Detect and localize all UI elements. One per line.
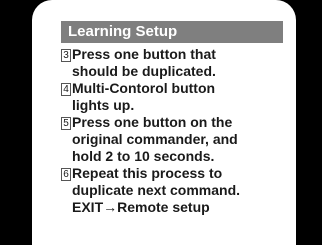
osd-screen: Learning Setup 3 Press one button that sh… <box>32 0 296 245</box>
step-text: hold 2 to 10 seconds. <box>72 148 215 164</box>
step-4: 4 Multi-Contorol button lights up. <box>61 80 287 114</box>
step-line: 3 Press one button that <box>61 46 287 63</box>
step-text: Press one button that <box>72 46 216 62</box>
step-text: Press one button on the <box>72 114 233 130</box>
instruction-list: 3 Press one button that should be duplica… <box>61 46 287 216</box>
step-5: 5 Press one button on the original comman… <box>61 114 287 165</box>
right-arrow-icon: → <box>103 199 118 215</box>
step-number-badge: 6 <box>61 168 71 181</box>
exit-key-label: EXIT <box>72 199 104 215</box>
menu-title: Learning Setup <box>61 21 283 43</box>
step-number-badge: 4 <box>61 83 71 96</box>
exit-hint: EXIT→Remote setup <box>61 199 287 216</box>
step-6: 6 Repeat this process to duplicate next c… <box>61 165 287 199</box>
step-text: original commander, and <box>72 131 238 147</box>
step-line: 5 Press one button on the <box>61 114 287 131</box>
step-line: 6 Repeat this process to <box>61 165 287 182</box>
step-3: 3 Press one button that should be duplica… <box>61 46 287 80</box>
step-text: lights up. <box>72 97 135 113</box>
step-text: duplicate next command. <box>72 182 241 198</box>
exit-target-label: Remote setup <box>117 199 210 215</box>
step-number-badge: 5 <box>61 117 71 130</box>
step-number-badge: 3 <box>61 49 71 62</box>
step-text: Repeat this process to <box>72 165 223 181</box>
step-text: should be duplicated. <box>72 63 216 79</box>
step-line: 4 Multi-Contorol button <box>61 80 287 97</box>
step-text: Multi-Contorol button <box>72 80 216 96</box>
